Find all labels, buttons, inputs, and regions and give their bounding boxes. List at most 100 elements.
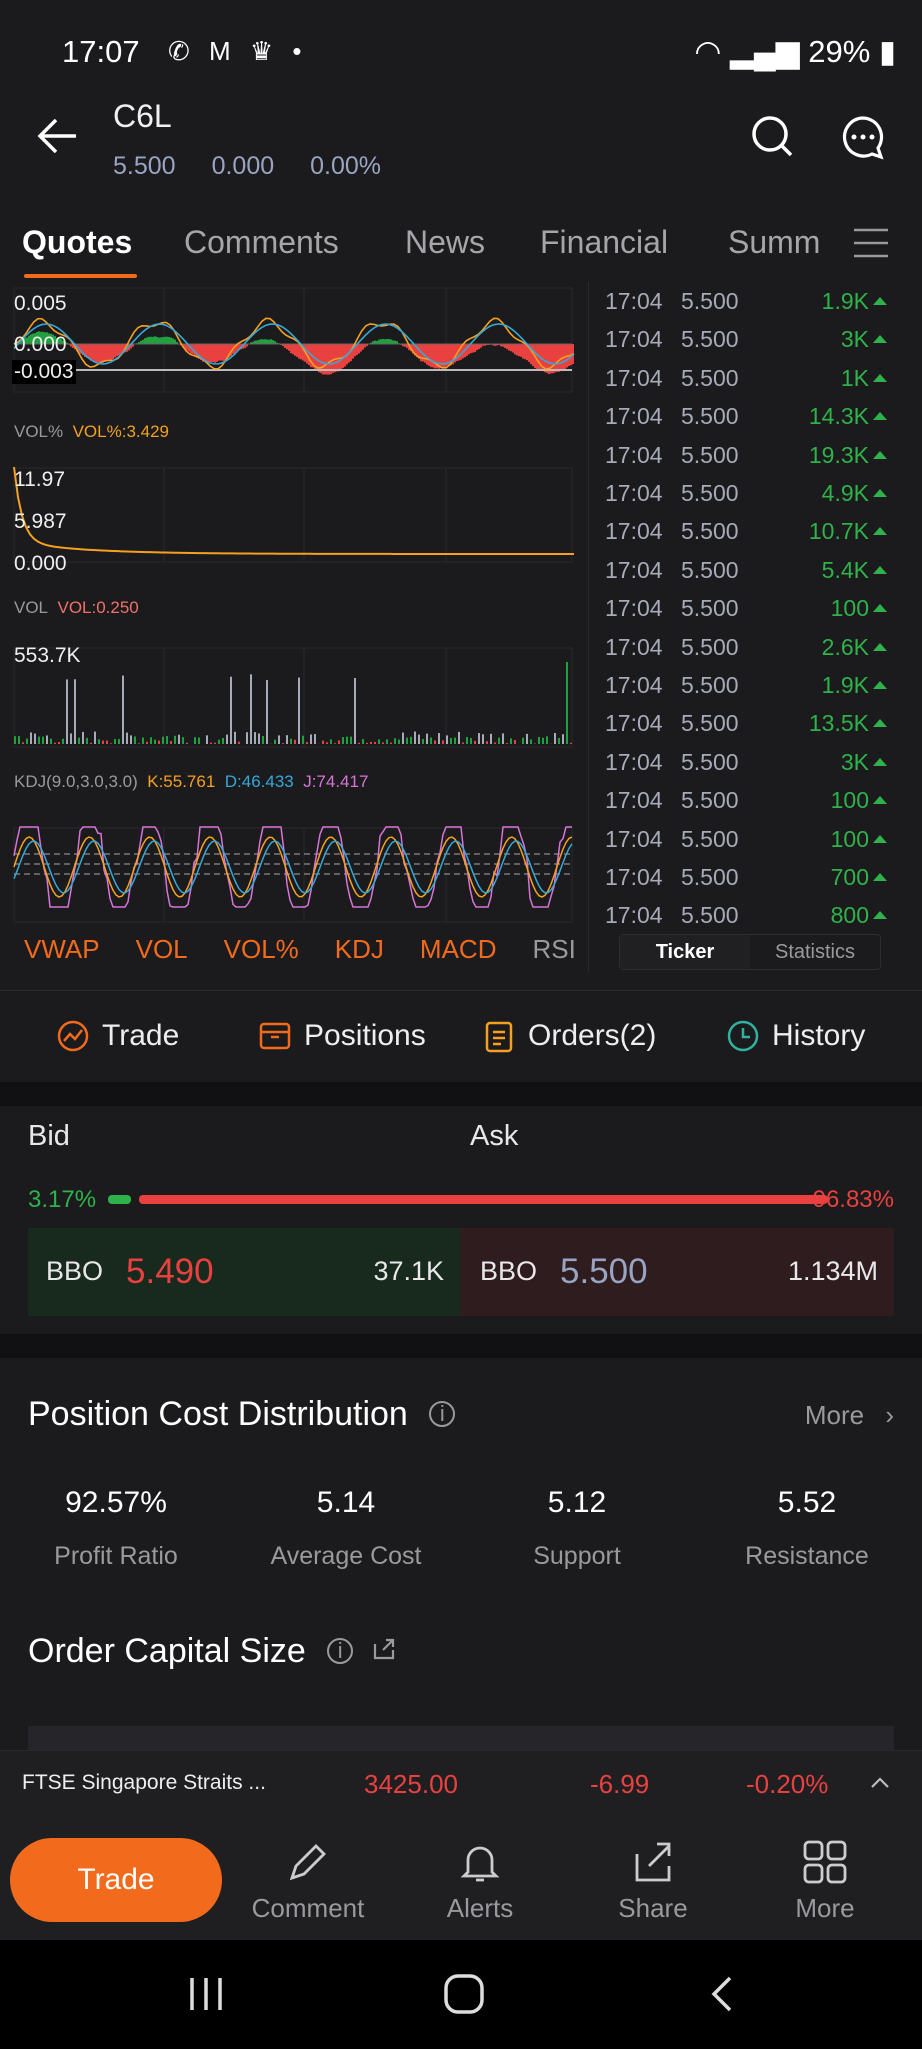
volume-bar <box>406 737 408 744</box>
volume-bar <box>34 733 36 744</box>
indicator-charts[interactable]: 0.005 0.000 -0.003 VOL% VOL%:3.429 11.97… <box>0 282 588 972</box>
positions-action[interactable]: Positions <box>258 1019 426 1053</box>
tab-statistics[interactable]: Statistics <box>750 935 880 969</box>
volume-bar <box>514 740 516 744</box>
macd-histogram-bar <box>428 344 430 366</box>
chevron-up-icon[interactable] <box>870 1775 890 1789</box>
ticker-list[interactable]: 17:04 5.500 800 17:04 5.500 700 17:04 5.500 100 1… <box>588 282 922 972</box>
bid-bbo[interactable]: BBO 5.490 37.1K <box>28 1228 460 1316</box>
macd-histogram-bar <box>536 344 538 369</box>
bid-size: 37.1K <box>373 1256 444 1286</box>
macd-histogram-bar <box>504 344 506 348</box>
macd-histogram-bar <box>270 339 272 344</box>
volume-bar <box>422 738 424 744</box>
tab-quotes[interactable]: Quotes <box>22 224 132 261</box>
macd-histogram-bar <box>290 344 292 354</box>
nav-more[interactable]: More <box>765 1838 885 1924</box>
tab-ticker[interactable]: Ticker <box>620 935 750 969</box>
recents-icon[interactable] <box>186 1974 226 2014</box>
indicator-tab-kdj[interactable]: KDJ <box>335 934 384 965</box>
bottom-nav: Trade Comment Alerts Share More <box>0 1820 922 1940</box>
chevron-right-icon: › <box>885 1400 894 1430</box>
ticker-row: 17:04 5.500 100 <box>597 787 907 825</box>
volume-bar <box>342 737 344 744</box>
volume-bar <box>226 734 228 744</box>
macd-histogram-bar <box>94 344 96 362</box>
nav-alerts[interactable]: Alerts <box>420 1838 540 1924</box>
info-icon[interactable]: i <box>429 1401 456 1427</box>
volume-bar <box>162 736 164 744</box>
ticker-row: 17:04 5.500 100 <box>597 826 907 864</box>
search-icon[interactable] <box>750 114 794 158</box>
volume-bar <box>426 733 428 744</box>
macd-histogram-bar <box>558 344 560 372</box>
trade-action[interactable]: Trade <box>56 1019 179 1053</box>
kdj-j-line <box>13 826 572 908</box>
volume-bar <box>450 737 452 744</box>
volume-bar <box>458 731 460 744</box>
ticker-volume: 19.3K <box>809 442 887 469</box>
stat-profit-ratio: 92.57% Profit Ratio <box>16 1486 216 1571</box>
volume-bar <box>266 680 268 744</box>
volume-bar <box>366 742 368 744</box>
tab-summary[interactable]: Summ <box>728 224 820 261</box>
ticker-volume: 100 <box>831 826 887 853</box>
macd-histogram-bar <box>424 344 426 363</box>
indicator-tabs: VWAP VOL VOL% KDJ MACD RSI <box>24 934 576 965</box>
ask-bbo[interactable]: BBO 5.500 1.134M <box>460 1228 894 1316</box>
position-cost-title: Position Cost Distribution i <box>28 1395 456 1434</box>
volume-bar <box>206 735 208 744</box>
history-action[interactable]: History <box>726 1019 865 1053</box>
volume-bar <box>74 679 76 744</box>
back-icon[interactable] <box>706 1974 736 2014</box>
volume-bar <box>570 742 572 744</box>
trade-button[interactable]: Trade <box>10 1838 222 1922</box>
positions-icon <box>259 1022 291 1050</box>
volume-bar <box>114 739 116 744</box>
chat-icon[interactable] <box>840 114 886 160</box>
macd-histogram-bar <box>510 344 512 352</box>
volume-bar <box>262 736 264 744</box>
tab-comments[interactable]: Comments <box>184 224 339 261</box>
nav-comment[interactable]: Comment <box>248 1838 368 1924</box>
volume-bar <box>394 738 396 744</box>
macd-histogram-bar <box>158 337 160 344</box>
history-action-label: History <box>772 1019 866 1052</box>
vol-label: VOL VOL:0.250 <box>14 598 139 618</box>
info-icon[interactable]: i <box>327 1638 354 1664</box>
ticker-time: 17:04 <box>605 787 663 814</box>
stat-average-cost: 5.14 Average Cost <box>246 1486 446 1571</box>
chart-panel-frame <box>13 467 573 563</box>
volume-bar <box>398 739 400 744</box>
macd-histogram-bar <box>258 339 260 344</box>
tab-financial[interactable]: Financial <box>540 224 668 261</box>
indicator-tab-vol-pct[interactable]: VOL% <box>224 934 299 965</box>
indicator-tab-macd[interactable]: MACD <box>420 934 497 965</box>
share-icon <box>635 1842 671 1882</box>
indicator-tab-vwap[interactable]: VWAP <box>24 934 100 965</box>
menu-icon[interactable] <box>852 226 890 260</box>
tab-news[interactable]: News <box>405 224 485 261</box>
nav-share[interactable]: Share <box>593 1838 713 1924</box>
volume-bar <box>214 742 216 744</box>
macd-histogram-bar <box>286 344 288 350</box>
volume-bar <box>302 735 304 744</box>
ticker-volume: 14.3K <box>809 403 887 430</box>
back-arrow-icon[interactable] <box>36 116 80 156</box>
volume-bar <box>158 740 160 744</box>
orders-action[interactable]: Orders(2) <box>482 1019 656 1053</box>
macd-histogram-bar <box>218 344 220 361</box>
share-small-icon[interactable] <box>371 1636 397 1662</box>
indicator-tab-vol[interactable]: VOL <box>136 934 188 965</box>
home-icon[interactable] <box>442 1972 486 2016</box>
system-nav-bar <box>0 1940 922 2049</box>
volume-bar <box>410 736 412 744</box>
ticker-volume: 1.9K <box>822 288 887 315</box>
stock-symbol: C6L <box>113 98 172 134</box>
ticker-volume: 100 <box>831 595 887 622</box>
more-link[interactable]: More › <box>805 1400 894 1431</box>
index-ticker-bar[interactable]: FTSE Singapore Straits ... 3425.00 -6.99… <box>0 1750 922 1820</box>
indicator-tab-rsi[interactable]: RSI <box>532 934 575 965</box>
ticker-time: 17:04 <box>605 288 663 314</box>
ticker-volume: 1K <box>841 365 887 392</box>
